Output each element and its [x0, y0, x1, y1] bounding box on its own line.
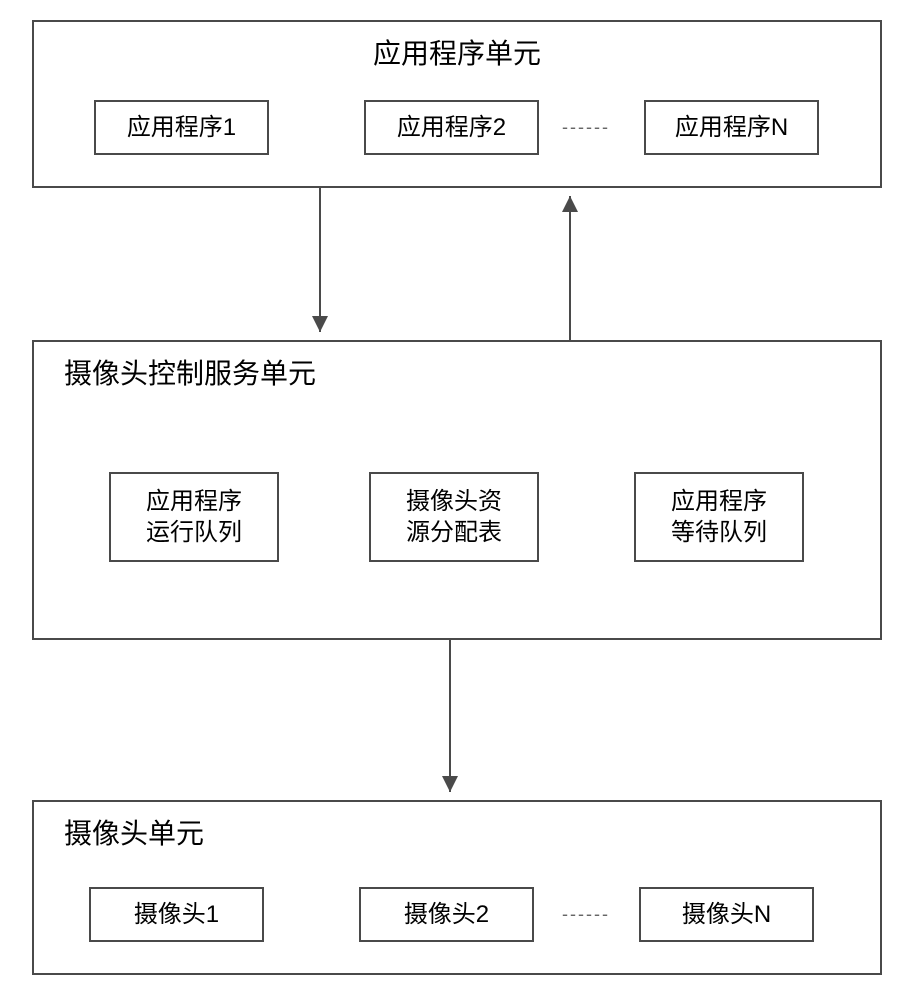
camera-1-label: 摄像头1 [134, 899, 219, 930]
camera-unit-title: 摄像头单元 [64, 812, 880, 852]
camera-2-box: 摄像头2 [359, 887, 534, 942]
app-waiting-queue-box: 应用程序 等待队列 [634, 472, 804, 562]
app-running-queue-box: 应用程序 运行队列 [109, 472, 279, 562]
app-1-box: 应用程序1 [94, 100, 269, 155]
app-n-label: 应用程序N [675, 112, 788, 143]
application-unit-title: 应用程序单元 [34, 32, 880, 72]
app-n-box: 应用程序N [644, 100, 819, 155]
camera-control-service-box: 摄像头控制服务单元 应用程序 运行队列 摄像头资 源分配表 应用程序 等待队列 [32, 340, 882, 640]
app-1-label: 应用程序1 [127, 112, 236, 143]
camera-2-label: 摄像头2 [404, 899, 489, 930]
application-unit-box: 应用程序单元 应用程序1 应用程序2 ------ 应用程序N [32, 20, 882, 188]
app-2-label: 应用程序2 [397, 112, 506, 143]
camera-n-label: 摄像头N [682, 899, 771, 930]
camera-ellipsis: ------ [562, 904, 610, 925]
camera-n-box: 摄像头N [639, 887, 814, 942]
camera-1-box: 摄像头1 [89, 887, 264, 942]
app-2-box: 应用程序2 [364, 100, 539, 155]
camera-resource-alloc-label: 摄像头资 源分配表 [406, 486, 502, 548]
camera-resource-alloc-box: 摄像头资 源分配表 [369, 472, 539, 562]
camera-unit-box: 摄像头单元 摄像头1 摄像头2 ------ 摄像头N [32, 800, 882, 975]
app-ellipsis: ------ [562, 117, 610, 138]
camera-control-service-title: 摄像头控制服务单元 [64, 352, 880, 392]
app-waiting-queue-label: 应用程序 等待队列 [671, 486, 767, 548]
app-running-queue-label: 应用程序 运行队列 [146, 486, 242, 548]
